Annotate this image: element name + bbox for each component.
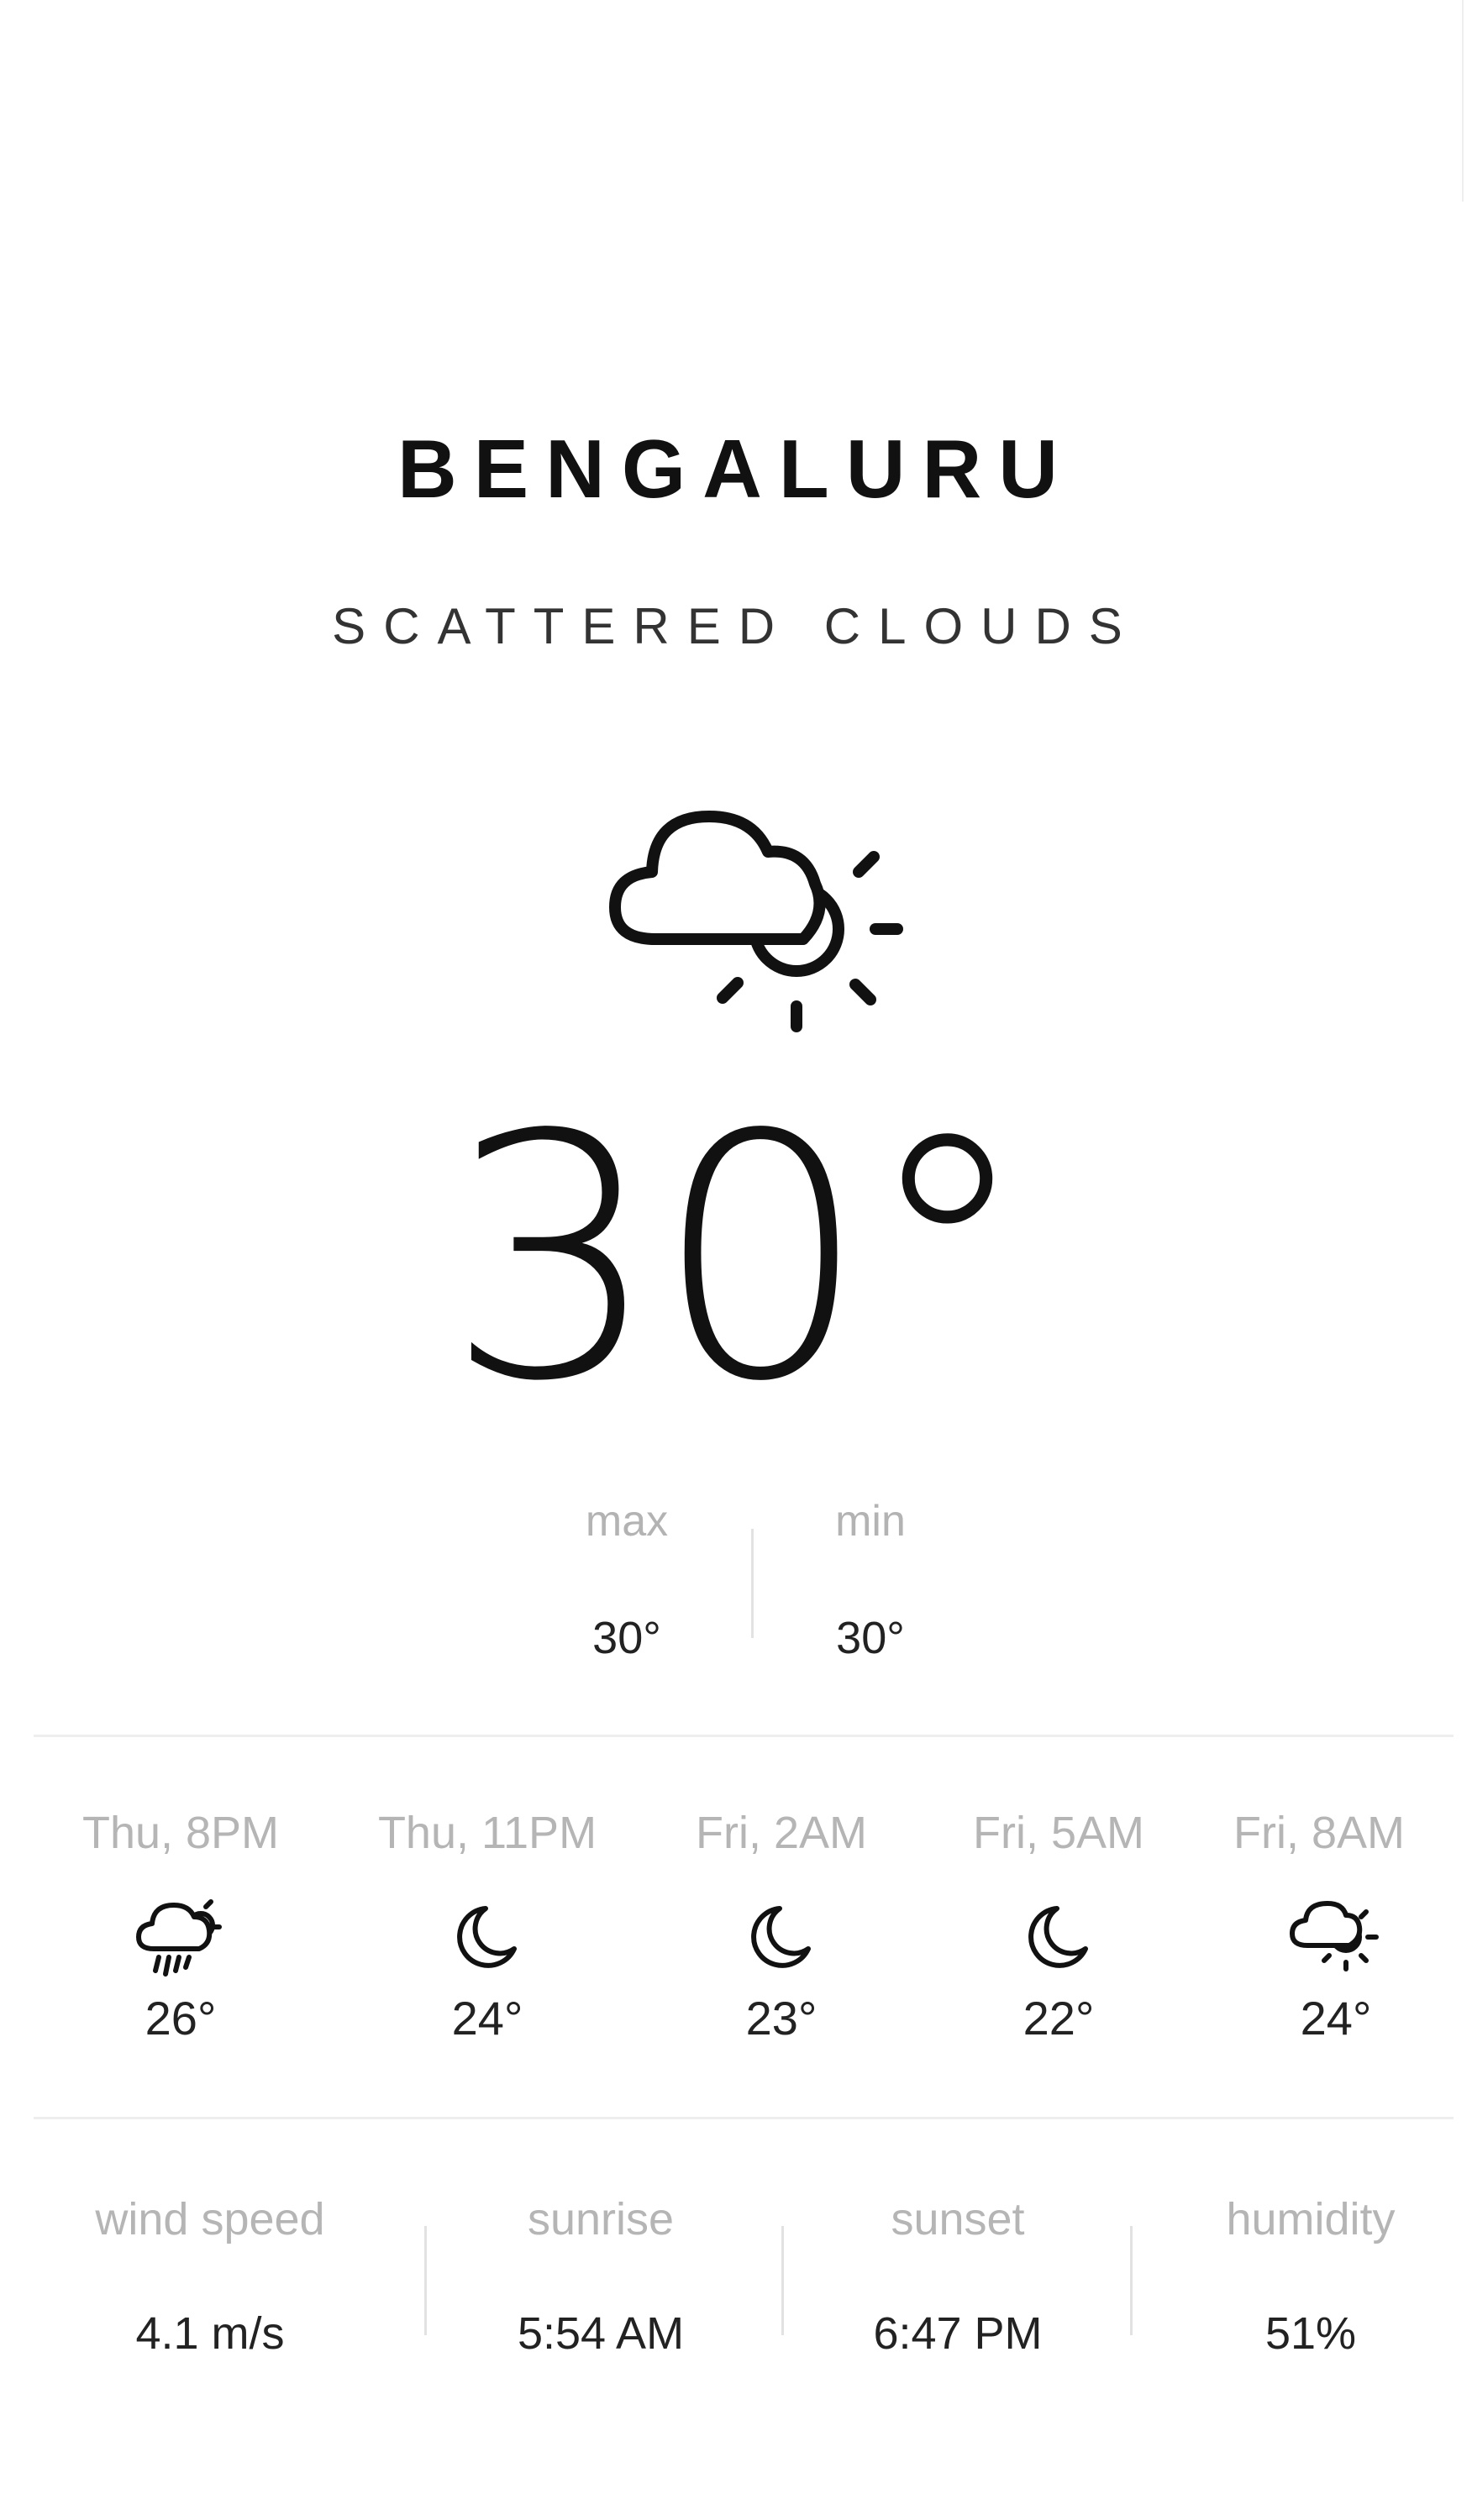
forecast-temp: 24° [1300, 1992, 1372, 2045]
forecast-temp: 26° [145, 1992, 217, 2045]
stat-label: sunset [891, 2194, 1025, 2244]
max-min-divider [751, 1529, 754, 1638]
partly-cloudy-sun-icon [609, 811, 903, 1032]
forecast-time: Thu, 11PM [377, 1808, 597, 1858]
city-name: BENGALURU [397, 423, 1075, 515]
partly-cloudy-sun-icon [1290, 1901, 1379, 1971]
divider-bottom [34, 2117, 1454, 2119]
forecast-time: Fri, 5AM [972, 1808, 1144, 1858]
divider-top [34, 1735, 1454, 1737]
moon-icon [751, 1906, 811, 1968]
moon-icon [1028, 1906, 1088, 1968]
stat-value: 51% [1264, 2308, 1357, 2359]
max-label: max [585, 1497, 669, 1546]
right-edge-line [1462, 0, 1464, 202]
rain-cloud-icon [136, 1899, 222, 1977]
weather-description: SCATTERED CLOUDS [332, 598, 1140, 654]
forecast-temp: 24° [451, 1992, 523, 2045]
stat-label: wind speed [95, 2194, 325, 2244]
min-label: min [835, 1497, 906, 1546]
min-value: 30° [836, 1613, 905, 1663]
stat-value: 5:54 AM [517, 2308, 685, 2359]
stat-value: 6:47 PM [873, 2308, 1043, 2359]
max-value: 30° [592, 1613, 661, 1663]
forecast-time: Fri, 8AM [1233, 1808, 1405, 1858]
forecast-time: Thu, 8PM [81, 1808, 280, 1858]
stat-label: humidity [1226, 2194, 1396, 2244]
stat-value: 4.1 m/s [135, 2308, 285, 2359]
forecast-temp: 23° [745, 1992, 817, 2045]
forecast-temp: 22° [1023, 1992, 1095, 2045]
stat-label: sunrise [527, 2194, 675, 2244]
stat-divider [1130, 2226, 1133, 2335]
forecast-time: Fri, 2AM [695, 1808, 867, 1858]
moon-icon [457, 1906, 517, 1968]
current-temperature: 30° [445, 1064, 1032, 1455]
